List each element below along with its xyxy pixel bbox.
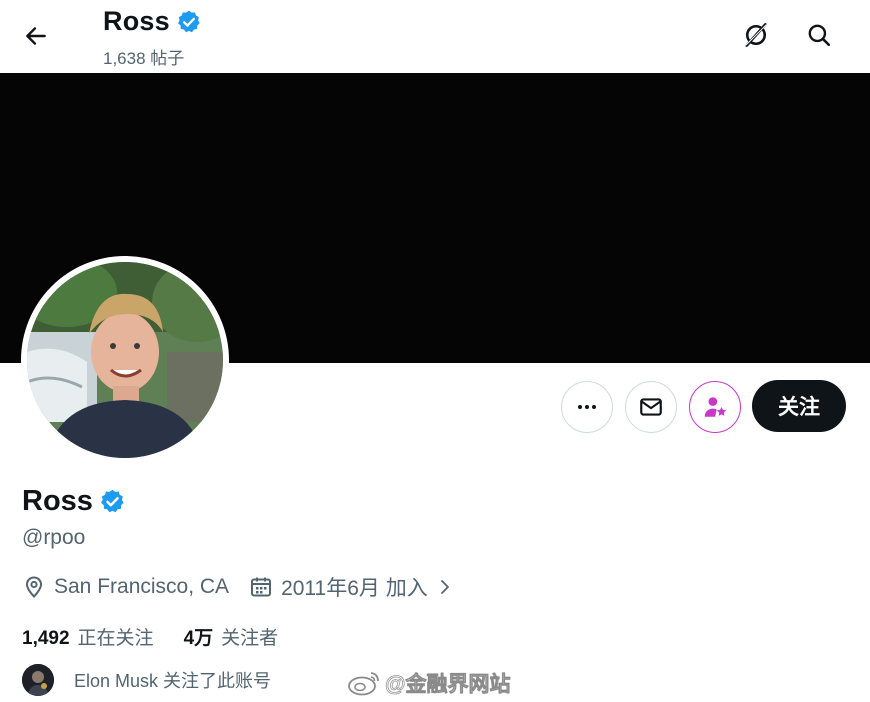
- follow-button[interactable]: 关注: [752, 380, 846, 432]
- following-count: 1,492: [22, 628, 70, 649]
- location-text: San Francisco, CA: [54, 575, 230, 598]
- grok-icon: [745, 23, 767, 47]
- calendar-icon: [251, 577, 272, 597]
- arrow-left-icon: [26, 27, 46, 45]
- top-bar: Ross 1,638 帖子: [0, 0, 870, 73]
- profile-meta: San Francisco, CA 2011年6月 加入: [22, 572, 454, 602]
- followers-count: 4万: [183, 628, 214, 649]
- more-button[interactable]: [561, 381, 613, 433]
- mail-icon: [640, 398, 662, 416]
- profile-name: Ross: [22, 485, 93, 517]
- location-item: San Francisco, CA: [22, 575, 229, 599]
- followers-label: 关注者: [221, 628, 279, 649]
- followed-by-row[interactable]: Elon Musk 关注了此账号: [22, 664, 271, 696]
- watermark: @金融界网站: [347, 668, 511, 698]
- grok-button[interactable]: [735, 14, 777, 56]
- following-label: 正在关注: [77, 628, 154, 649]
- message-button[interactable]: [625, 381, 677, 433]
- search-button[interactable]: [798, 14, 840, 56]
- verified-badge-icon: [177, 10, 200, 32]
- post-count: 1,638 帖子: [103, 49, 185, 68]
- header-title-row: Ross: [103, 6, 202, 37]
- search-icon: [808, 24, 831, 47]
- followers-link[interactable]: 4万 关注者: [184, 623, 279, 650]
- location-pin-icon: [25, 576, 43, 598]
- weibo-logo-icon: [348, 672, 379, 696]
- followed-by-text: Elon Musk 关注了此账号: [74, 671, 272, 691]
- joined-text: 2011年6月 加入: [281, 577, 428, 600]
- chevron-right-icon: [440, 580, 449, 594]
- joined-item[interactable]: 2011年6月 加入: [249, 572, 454, 602]
- follow-stats: 1,492 正在关注 4万 关注者: [22, 623, 278, 650]
- watermark-text: @金融界网站: [385, 673, 511, 697]
- more-icon: [578, 405, 596, 409]
- subscribe-button[interactable]: [689, 381, 741, 433]
- profile-name-row: Ross: [22, 485, 126, 518]
- verified-badge-icon[interactable]: [99, 488, 126, 515]
- profile-avatar[interactable]: [21, 256, 229, 464]
- back-button[interactable]: [16, 16, 56, 56]
- following-link[interactable]: 1,492 正在关注: [22, 623, 154, 650]
- avatar-photo: [27, 262, 223, 458]
- subscribe-icon: [704, 397, 727, 417]
- profile-handle: @rpoo: [22, 526, 86, 549]
- follower-avatar: [22, 664, 54, 696]
- header-name: Ross: [103, 6, 170, 36]
